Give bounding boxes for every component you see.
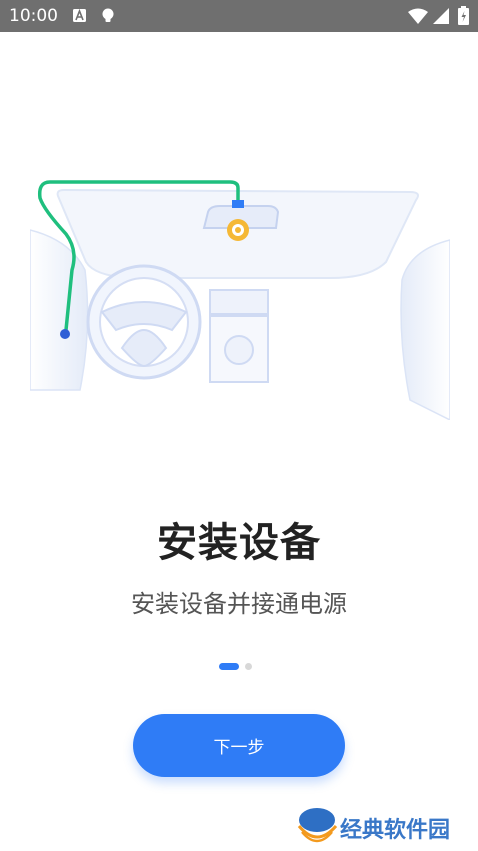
wifi-icon <box>408 8 428 24</box>
watermark: 经典软件园 <box>296 802 468 848</box>
bulb-icon <box>102 8 114 22</box>
a-icon <box>73 9 86 22</box>
battery-icon <box>458 6 469 25</box>
signal-icon <box>433 8 449 24</box>
status-bar: 10:00 <box>0 0 478 32</box>
watermark-text: 经典软件园 <box>340 818 451 843</box>
page-indicator-dot <box>245 663 252 670</box>
watermark-logo-icon <box>297 808 338 843</box>
page-subtitle: 安装设备并接通电源 <box>131 590 347 618</box>
status-time: 10:00 <box>9 6 58 26</box>
next-button[interactable]: 下一步 <box>133 714 345 777</box>
page-indicator-dot-active <box>219 663 239 670</box>
car-dashboard-illustration <box>30 180 450 420</box>
page-title: 安装设备 <box>157 520 321 566</box>
